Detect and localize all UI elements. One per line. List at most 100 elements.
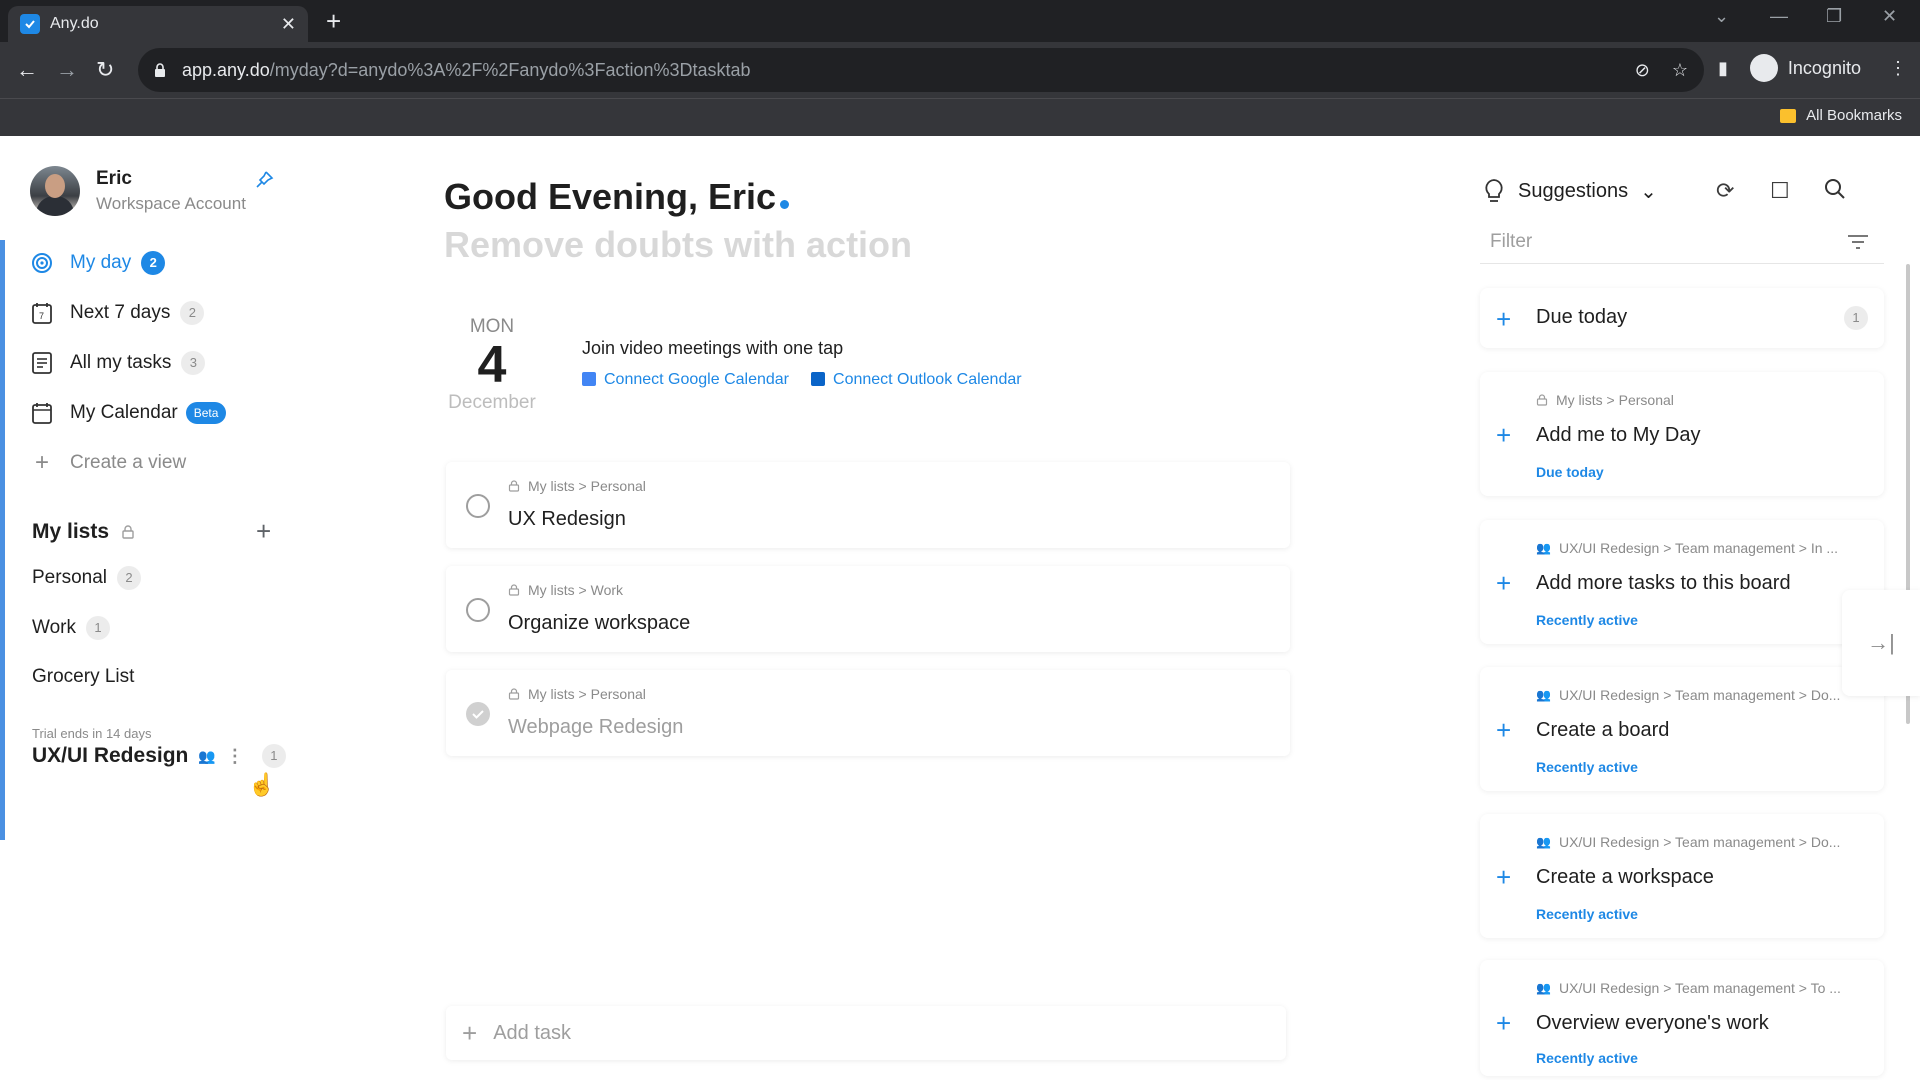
filter-icon[interactable] [1846, 232, 1870, 252]
calendar-icon [30, 401, 54, 425]
suggestion-tag: Recently active [1536, 906, 1638, 922]
day-of-week: MON [469, 316, 515, 337]
task-path-text: My lists > Personal [528, 686, 646, 702]
task-checkbox[interactable] [466, 494, 490, 518]
add-suggestion-icon[interactable]: + [1496, 422, 1511, 448]
trial-note: Trial ends in 14 days [32, 726, 152, 741]
folder-icon [1780, 108, 1797, 123]
all-bookmarks-button[interactable]: All Bookmarks [1780, 107, 1902, 124]
list-label: Grocery List [32, 666, 135, 687]
add-suggestion-icon[interactable]: + [1496, 1010, 1511, 1036]
pin-sidebar-icon[interactable] [254, 170, 274, 196]
incognito-label[interactable]: Incognito [1788, 58, 1861, 79]
incognito-icon [1749, 54, 1778, 82]
collapse-panel-button[interactable]: →| [1842, 590, 1920, 696]
meetings-title: Join video meetings with one tap [582, 338, 844, 358]
my-lists-label: My lists [32, 520, 110, 543]
due-today-section[interactable]: + Due today 1 [1480, 288, 1884, 348]
sidebar-item-next-7-days[interactable]: 7 Next 7 days 2 [30, 298, 205, 328]
more-options-icon[interactable]: ⋮ [226, 746, 244, 767]
create-view-button[interactable]: + Create a view [30, 448, 186, 478]
browser-menu-icon[interactable]: ⋮ [1889, 58, 1907, 79]
task-card[interactable]: My lists > Work Organize workspace [446, 566, 1290, 652]
suggestion-path-text: My lists > Personal [1556, 392, 1674, 408]
search-icon[interactable] [1824, 178, 1846, 206]
list-count: 2 [117, 566, 141, 590]
task-path-text: My lists > Personal [528, 478, 646, 494]
suggestion-title: Overview everyone's work [1536, 1012, 1769, 1034]
focus-mode-icon[interactable]: ☐ [1770, 178, 1790, 204]
greeting-text: Good Evening, Eric [444, 176, 777, 217]
side-panel-icon[interactable]: ▮ [1718, 58, 1728, 79]
browser-tab[interactable]: Any.do ✕ [8, 6, 308, 42]
suggestion-card[interactable]: 👥 UX/UI Redesign > Team management > To .… [1480, 960, 1884, 1076]
suggestion-path-text: UX/UI Redesign > Team management > To ..… [1558, 980, 1841, 996]
task-path-text: My lists > Work [528, 582, 624, 598]
suggestion-title: Add me to My Day [1536, 424, 1701, 446]
suggestion-path: 👥 UX/UI Redesign > Team management > Do..… [1536, 687, 1840, 703]
add-task-input[interactable]: + Add task [446, 1006, 1286, 1060]
suggestion-path-text: UX/UI Redesign > Team management > Do... [1558, 834, 1841, 850]
bookmarks-bar: All Bookmarks [0, 98, 1920, 136]
eye-off-icon[interactable]: ⊘ [1635, 60, 1650, 81]
forward-icon[interactable]: → [56, 56, 78, 84]
suggestion-card[interactable]: 👥 UX/UI Redesign > Team management > In .… [1480, 520, 1884, 644]
lock-icon [508, 480, 520, 492]
connect-google-calendar-link[interactable]: Connect Google Calendar [582, 371, 789, 389]
add-suggestion-icon[interactable]: + [1496, 717, 1511, 743]
my-lists-heading[interactable]: My lists [32, 520, 135, 544]
suggestion-tag: Recently active [1536, 612, 1638, 628]
next-7-days-label: Next 7 days [70, 302, 171, 323]
suggestion-tag: Recently active [1536, 1050, 1638, 1066]
all-bookmarks-label: All Bookmarks [1806, 107, 1902, 124]
bookmark-star-icon[interactable]: ☆ [1672, 60, 1688, 81]
all-my-tasks-label: All my tasks [70, 352, 172, 373]
sidebar-item-my-calendar[interactable]: My Calendar Beta [30, 398, 227, 428]
suggestions-dropdown[interactable]: Suggestions ⌄ [1482, 178, 1657, 204]
svg-text:7: 7 [39, 311, 44, 321]
restore-icon[interactable]: ❐ [1826, 6, 1842, 27]
task-checkbox-checked[interactable] [466, 702, 490, 726]
list-label: Personal [32, 567, 107, 588]
window-close-icon[interactable]: ✕ [1882, 6, 1897, 27]
task-card[interactable]: My lists > Personal UX Redesign [446, 462, 1290, 548]
my-day-label: My day [70, 252, 132, 273]
workspace-ux-ui-redesign[interactable]: UX/UI Redesign 👥 ⋮ 1 [32, 744, 286, 768]
sidebar-item-my-day[interactable]: My day 2 [30, 248, 166, 278]
new-tab-icon[interactable]: + [326, 6, 341, 36]
lock-icon [122, 525, 134, 539]
reload-icon[interactable]: ↻ [96, 56, 114, 84]
tab-title: Any.do [50, 15, 99, 32]
filter-input[interactable]: Filter [1480, 228, 1884, 264]
add-suggestion-icon[interactable]: + [1496, 864, 1511, 890]
back-icon[interactable]: ← [16, 56, 38, 84]
task-checkbox[interactable] [466, 598, 490, 622]
page-title: Good Evening, Eric [444, 176, 790, 218]
url-text: app.any.do/myday?d=anydo%3A%2F%2Fanydo%3… [182, 60, 751, 81]
add-list-icon[interactable]: + [256, 516, 271, 547]
add-suggestion-icon[interactable]: + [1496, 570, 1511, 596]
list-item-work[interactable]: Work 1 [32, 616, 110, 640]
task-title: Webpage Redesign [508, 716, 684, 738]
outlook-icon [811, 372, 826, 386]
address-bar[interactable]: app.any.do/myday?d=anydo%3A%2F%2Fanydo%3… [138, 48, 1704, 92]
sync-icon[interactable]: ⟳ [1716, 178, 1734, 204]
suggestion-card[interactable]: 👥 UX/UI Redesign > Team management > Do..… [1480, 667, 1884, 791]
list-item-personal[interactable]: Personal 2 [32, 566, 141, 590]
workspace-label: UX/UI Redesign [32, 744, 189, 767]
sidebar-item-all-my-tasks[interactable]: All my tasks 3 [30, 348, 206, 378]
list-count: 1 [85, 616, 110, 640]
close-tab-icon[interactable]: ✕ [281, 14, 296, 35]
plus-icon[interactable]: + [1496, 306, 1511, 332]
connect-outlook-calendar-link[interactable]: Connect Outlook Calendar [811, 371, 1022, 389]
due-today-count: 1 [1844, 306, 1868, 330]
list-item-grocery[interactable]: Grocery List [32, 666, 134, 688]
minimize-icon[interactable]: — [1770, 6, 1788, 27]
suggestion-path: 👥 UX/UI Redesign > Team management > Do..… [1536, 834, 1840, 850]
suggestion-card[interactable]: My lists > Personal + Add me to My Day D… [1480, 372, 1884, 496]
profile[interactable]: Eric Workspace Account [30, 166, 246, 216]
suggestion-card[interactable]: 👥 UX/UI Redesign > Team management > Do..… [1480, 814, 1884, 938]
anydo-app: Eric Workspace Account My day 2 7 Next 7… [0, 136, 1920, 1080]
tab-search-icon[interactable]: ⌄ [1714, 6, 1729, 27]
task-card[interactable]: My lists > Personal Webpage Redesign [446, 670, 1290, 756]
